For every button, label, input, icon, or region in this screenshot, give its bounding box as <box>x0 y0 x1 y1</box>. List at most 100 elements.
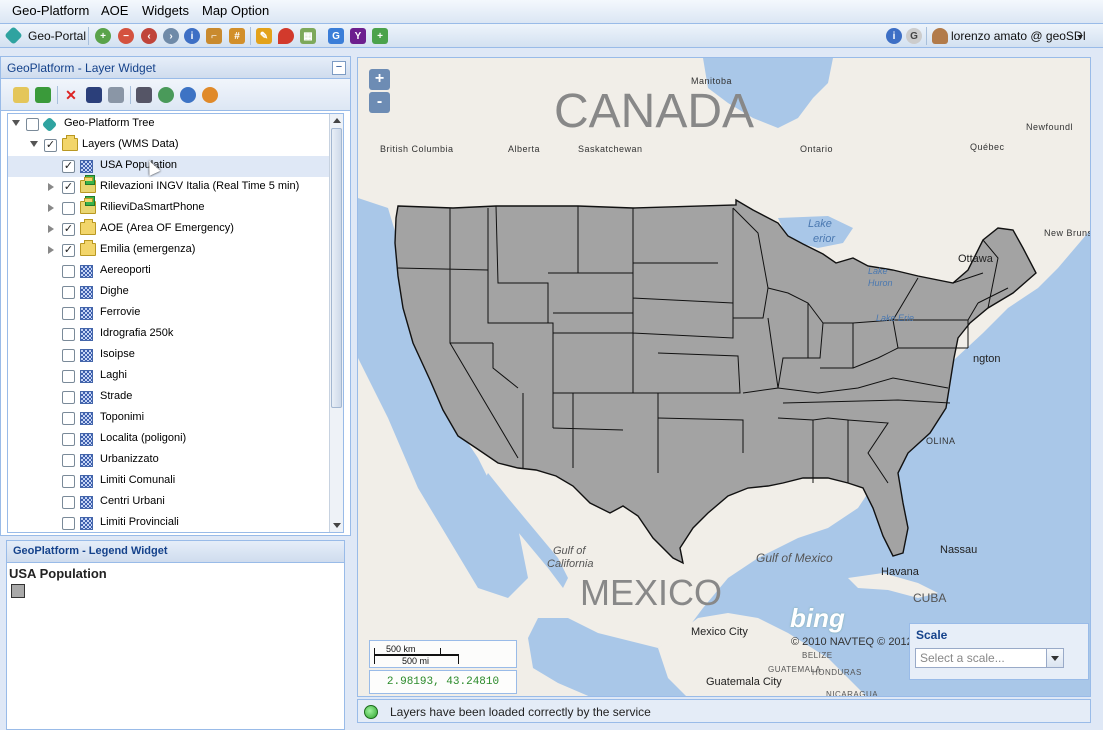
expand-arrow-icon[interactable] <box>48 246 54 254</box>
map-view[interactable]: CANADA MEXICO Manitoba British Columbia Albe… <box>357 57 1091 697</box>
tree-node[interactable]: Limiti Comunali <box>8 471 330 492</box>
map-label-mexico-city: Mexico City <box>691 626 748 638</box>
layer-checkbox[interactable] <box>62 454 75 467</box>
layer-checkbox[interactable] <box>62 496 75 509</box>
tree-scrollbar[interactable] <box>329 114 343 532</box>
layer-checkbox[interactable] <box>62 391 75 404</box>
collapse-arrow-icon[interactable] <box>30 141 38 147</box>
add-folder-icon[interactable] <box>13 87 29 103</box>
layer-icon <box>80 328 93 341</box>
tree-node[interactable]: Isoipse <box>8 345 330 366</box>
tree-node[interactable]: ✓ AOE (Area OF Emergency) <box>8 219 330 240</box>
layer-checkbox[interactable] <box>62 328 75 341</box>
layer-checkbox[interactable] <box>62 286 75 299</box>
layer-icon <box>80 370 93 383</box>
layer-checkbox[interactable] <box>62 349 75 362</box>
layer-checkbox[interactable]: ✓ <box>44 139 57 152</box>
scroll-up-icon[interactable] <box>333 118 341 123</box>
tree-node[interactable]: ✓ USA Population <box>8 156 330 177</box>
layer-checkbox[interactable]: ✓ <box>62 160 75 173</box>
tree-node[interactable]: Geo-Platform Tree <box>8 114 330 135</box>
measure-area-icon[interactable]: # <box>229 28 245 44</box>
layer-checkbox[interactable] <box>62 517 75 530</box>
map-label-saskatchewan: Saskatchewan <box>578 144 643 154</box>
geo-portal-icon[interactable] <box>4 26 23 45</box>
layer-checkbox[interactable]: ✓ <box>62 181 75 194</box>
layer-checkbox[interactable] <box>62 412 75 425</box>
expand-arrow-icon[interactable] <box>48 204 54 212</box>
tree-node[interactable]: Dighe <box>8 282 330 303</box>
map-label-lake-erie: Lake Erie <box>876 313 915 323</box>
print-icon[interactable] <box>108 87 124 103</box>
plus-icon[interactable]: + <box>372 28 388 44</box>
yahoo-icon[interactable]: Y <box>350 28 366 44</box>
info-icon[interactable]: i <box>184 28 200 44</box>
layer-checkbox[interactable] <box>62 265 75 278</box>
tree-node[interactable]: Toponimi <box>8 408 330 429</box>
tree-node[interactable]: ✓ Rilevazioni INGV Italia (Real Time 5 mi… <box>8 175 330 198</box>
palette-icon[interactable] <box>202 87 218 103</box>
layer-checkbox[interactable] <box>62 370 75 383</box>
zoom-in-button[interactable]: + <box>369 69 390 90</box>
chevron-down-icon[interactable] <box>1046 649 1063 667</box>
user-menu[interactable]: lorenzo amato @ geoSDI <box>951 29 1086 43</box>
tree-node[interactable]: Idrografia 250k <box>8 324 330 345</box>
legend-layer-title: USA Population <box>9 566 107 581</box>
tree-node[interactable]: ✓ Emilia (emergenza) <box>8 240 330 261</box>
edit-pencil-icon[interactable]: ✎ <box>256 28 272 44</box>
map-label-alberta: Alberta <box>508 144 541 154</box>
tree-node[interactable]: Urbanizzato <box>8 450 330 471</box>
scale-line: 500 km 500 mi <box>369 640 517 668</box>
layer-widget-title: GeoPlatform - Layer Widget <box>1 57 350 79</box>
google-account-icon[interactable]: G <box>906 28 922 44</box>
menu-geo-platform[interactable]: Geo-Platform <box>12 3 89 18</box>
geo-portal-button[interactable]: Geo-Portal <box>28 29 86 43</box>
save-icon[interactable] <box>86 87 102 103</box>
tree-node[interactable]: Laghi <box>8 366 330 387</box>
expand-arrow-icon[interactable] <box>48 183 54 191</box>
tree-node[interactable]: Centri Urbani <box>8 492 330 513</box>
scroll-thumb[interactable] <box>331 128 342 408</box>
layer-checkbox[interactable]: ✓ <box>62 244 75 257</box>
globe-icon[interactable] <box>180 87 196 103</box>
chevron-down-icon[interactable] <box>1077 35 1083 39</box>
tree-node[interactable]: Localita (poligoni) <box>8 429 330 450</box>
zoom-previous-icon[interactable]: ‹ <box>141 28 157 44</box>
layer-checkbox[interactable] <box>62 202 75 215</box>
tree-node[interactable]: Limiti Provinciali <box>8 513 330 532</box>
basemap[interactable] <box>358 58 1091 697</box>
menu-map-option[interactable]: Map Option <box>202 3 269 18</box>
tree-node[interactable]: Strade <box>8 387 330 408</box>
zoom-in-icon[interactable]: + <box>95 28 111 44</box>
layer-checkbox[interactable] <box>26 118 39 131</box>
google-icon[interactable]: G <box>328 28 344 44</box>
menu-aoe[interactable]: AOE <box>101 3 128 18</box>
add-layer-icon[interactable] <box>35 87 51 103</box>
layer-checkbox[interactable] <box>62 307 75 320</box>
zoom-out-button[interactable]: - <box>369 92 390 113</box>
tree-node[interactable]: ✓ Layers (WMS Data) <box>8 135 330 156</box>
help-info-icon[interactable]: i <box>886 28 902 44</box>
export-icon[interactable] <box>136 87 152 103</box>
tree-node[interactable]: Ferrovie <box>8 303 330 324</box>
layer-checkbox[interactable] <box>62 475 75 488</box>
expand-arrow-icon[interactable] <box>48 225 54 233</box>
collapse-button[interactable]: − <box>332 61 346 75</box>
layer-checkbox[interactable]: ✓ <box>62 223 75 236</box>
tree-node[interactable]: RilieviDaSmartPhone <box>8 196 330 219</box>
measure-icon[interactable]: ⌐ <box>206 28 222 44</box>
scale-select[interactable]: Select a scale... <box>915 648 1064 668</box>
collapse-arrow-icon[interactable] <box>12 120 20 126</box>
tree-node[interactable]: Aereoporti <box>8 261 330 282</box>
map-layers-icon[interactable]: ▦ <box>300 28 316 44</box>
map-marker-icon[interactable] <box>278 28 294 44</box>
zoom-next-icon[interactable]: › <box>163 28 179 44</box>
layer-icon <box>80 265 93 278</box>
scroll-down-icon[interactable] <box>333 523 341 528</box>
layer-icon <box>80 517 93 530</box>
delete-icon[interactable]: ✕ <box>63 87 79 103</box>
menu-widgets[interactable]: Widgets <box>142 3 189 18</box>
zoom-out-icon[interactable]: − <box>118 28 134 44</box>
layer-checkbox[interactable] <box>62 433 75 446</box>
refresh-icon[interactable] <box>158 87 174 103</box>
